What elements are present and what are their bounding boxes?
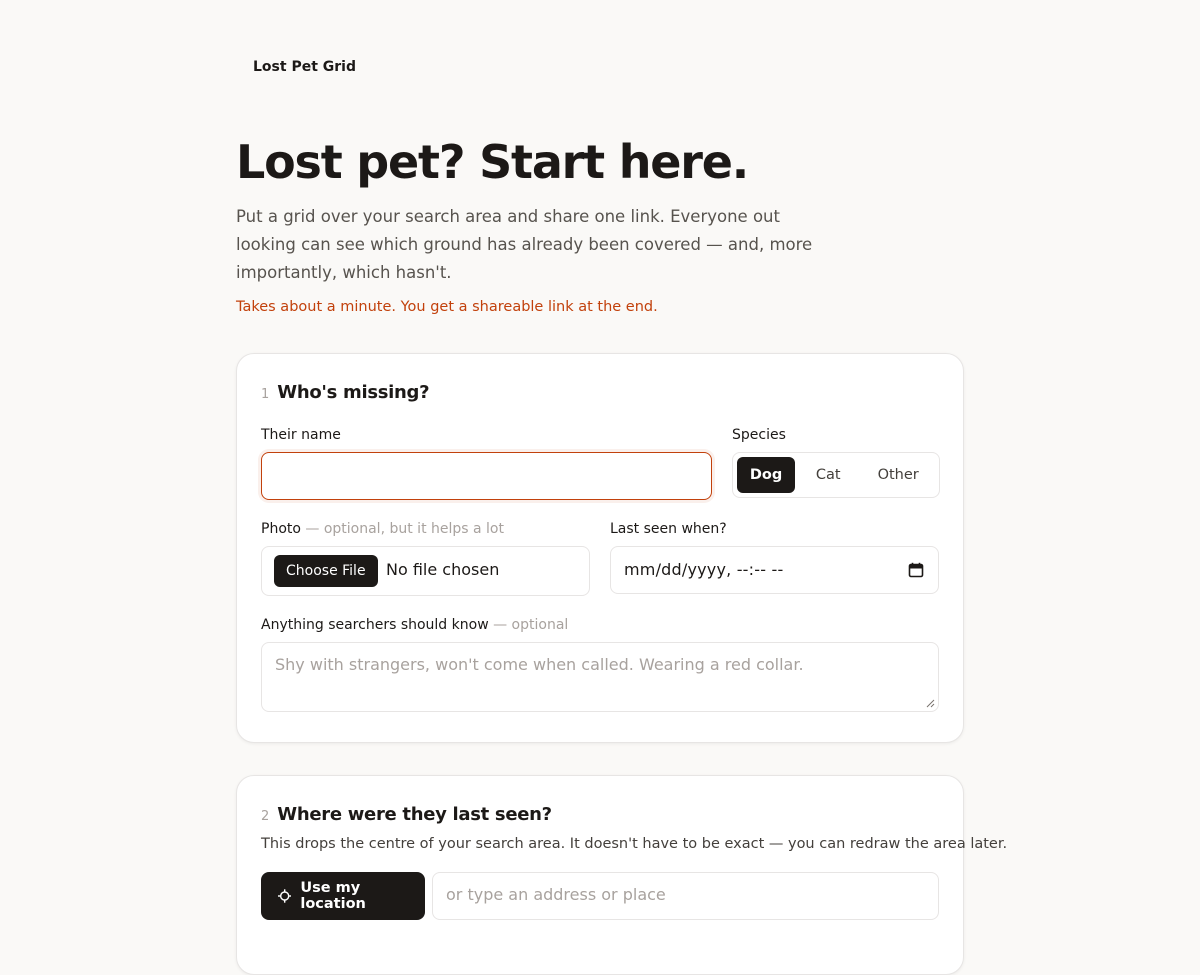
notes-placeholder: Shy with strangers, won't come when call… (275, 655, 804, 674)
last-seen-datetime-input[interactable]: mm/dd/yyyy, --:-- -- (610, 546, 939, 594)
photo-label: Photo — optional, but it helps a lot (261, 521, 504, 537)
datetime-value: mm/dd/yyyy, --:-- -- (624, 560, 784, 579)
species-label: Species (732, 427, 786, 443)
choose-file-button[interactable]: Choose File (274, 555, 378, 587)
crosshair-icon (278, 889, 292, 903)
page-subtitle: Put a grid over your search area and sha… (236, 207, 813, 282)
step-2-number: 2 (261, 809, 270, 824)
notes-label: Anything searchers should know — optiona… (261, 617, 568, 633)
photo-label-hint: — optional, but it helps a lot (300, 521, 504, 537)
last-seen-when-label: Last seen when? (610, 521, 727, 537)
notes-textarea[interactable]: Shy with strangers, won't come when call… (261, 642, 939, 712)
brand-name[interactable]: Lost Pet Grid (253, 59, 356, 75)
step-2-header: 2 Where were they last seen? (261, 804, 552, 825)
step-2-description: This drops the centre of your search are… (261, 836, 1008, 852)
species-option-dog[interactable]: Dog (737, 457, 796, 493)
step-1-header: 1 Who's missing? (261, 382, 430, 403)
pet-name-input[interactable] (261, 452, 712, 500)
notes-label-hint: — optional (488, 617, 569, 633)
name-field-label: Their name (261, 427, 341, 443)
file-status-text: No file chosen (386, 560, 500, 579)
step-1-title: Who's missing? (277, 382, 430, 403)
step-1-number: 1 (261, 387, 270, 402)
use-my-location-label: Use my location (300, 880, 366, 912)
calendar-icon[interactable] (908, 562, 924, 578)
step-2-card: 2 Where were they last seen? This drops … (236, 775, 1007, 975)
species-selector: Dog Cat Other (732, 452, 940, 498)
address-placeholder: or type an address or place (446, 885, 666, 904)
resize-handle-icon[interactable] (926, 699, 935, 708)
photo-label-text: Photo (261, 521, 301, 537)
step-1-card: 1 Who's missing? Their name Species Dog … (236, 353, 964, 743)
use-my-location-button[interactable]: Use my location (261, 872, 425, 920)
step-2-title: Where were they last seen? (277, 804, 552, 825)
species-option-other[interactable]: Other (861, 457, 935, 493)
page-title: Lost pet? Start here. (236, 135, 749, 189)
notes-label-text: Anything searchers should know (261, 617, 489, 633)
page-note: Takes about a minute. You get a shareabl… (236, 299, 658, 315)
species-option-cat[interactable]: Cat (799, 457, 857, 493)
address-input[interactable]: or type an address or place (432, 872, 939, 920)
photo-file-input[interactable]: Choose File No file chosen (261, 546, 590, 596)
